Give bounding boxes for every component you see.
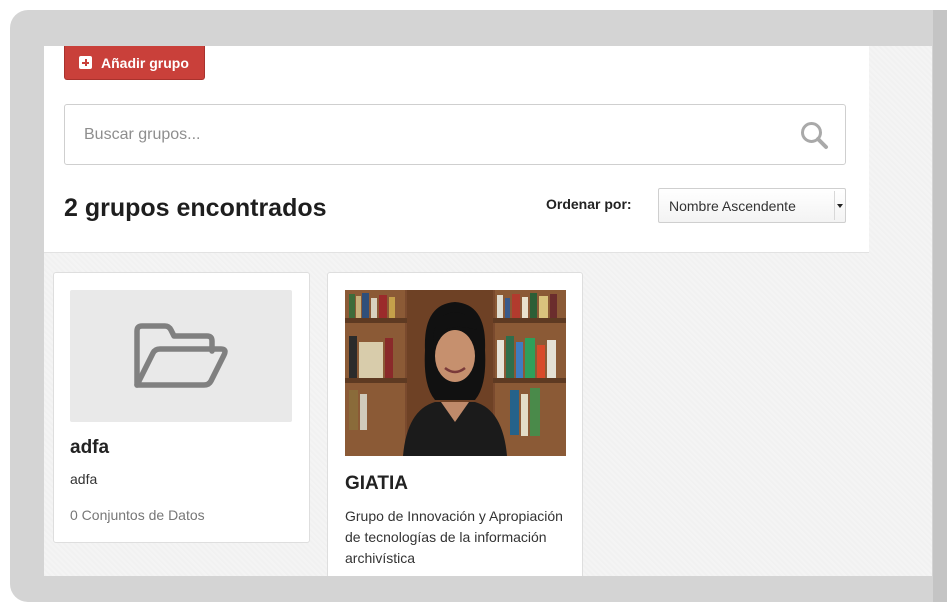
chevron-down-icon <box>834 191 844 220</box>
search-icon[interactable] <box>799 120 829 150</box>
add-group-button-label: Añadir grupo <box>101 54 189 71</box>
group-card[interactable]: GIATIA Grupo de Innovación y Apropiación… <box>327 272 583 576</box>
page-viewport: Añadir grupo 2 grupos encontrados Ordena… <box>44 46 932 576</box>
search-box <box>64 104 846 165</box>
results-count-heading: 2 grupos encontrados <box>64 194 327 222</box>
group-photo <box>345 290 566 456</box>
search-input[interactable] <box>65 105 785 164</box>
folder-open-icon <box>134 323 228 388</box>
group-card[interactable]: adfa adfa 0 Conjuntos de Datos <box>53 272 310 543</box>
group-card-dataset-count: 0 Conjuntos de Datos <box>70 507 205 523</box>
group-card-title[interactable]: GIATIA <box>345 473 408 495</box>
sort-select[interactable]: Nombre Ascendente <box>658 188 846 223</box>
group-card-description: Grupo de Innovación y Apropiación de tec… <box>345 508 563 566</box>
add-group-button[interactable]: Añadir grupo <box>64 46 205 80</box>
sort-select-value: Nombre Ascendente <box>669 197 796 214</box>
groups-header-panel: Añadir grupo 2 grupos encontrados Ordena… <box>44 46 869 253</box>
group-card-image[interactable] <box>345 290 566 456</box>
group-card-title[interactable]: adfa <box>70 437 109 459</box>
group-card-description: adfa <box>70 471 98 487</box>
plus-square-icon <box>79 56 92 69</box>
sort-label: Ordenar por: <box>546 196 632 212</box>
group-card-image[interactable] <box>70 290 292 422</box>
